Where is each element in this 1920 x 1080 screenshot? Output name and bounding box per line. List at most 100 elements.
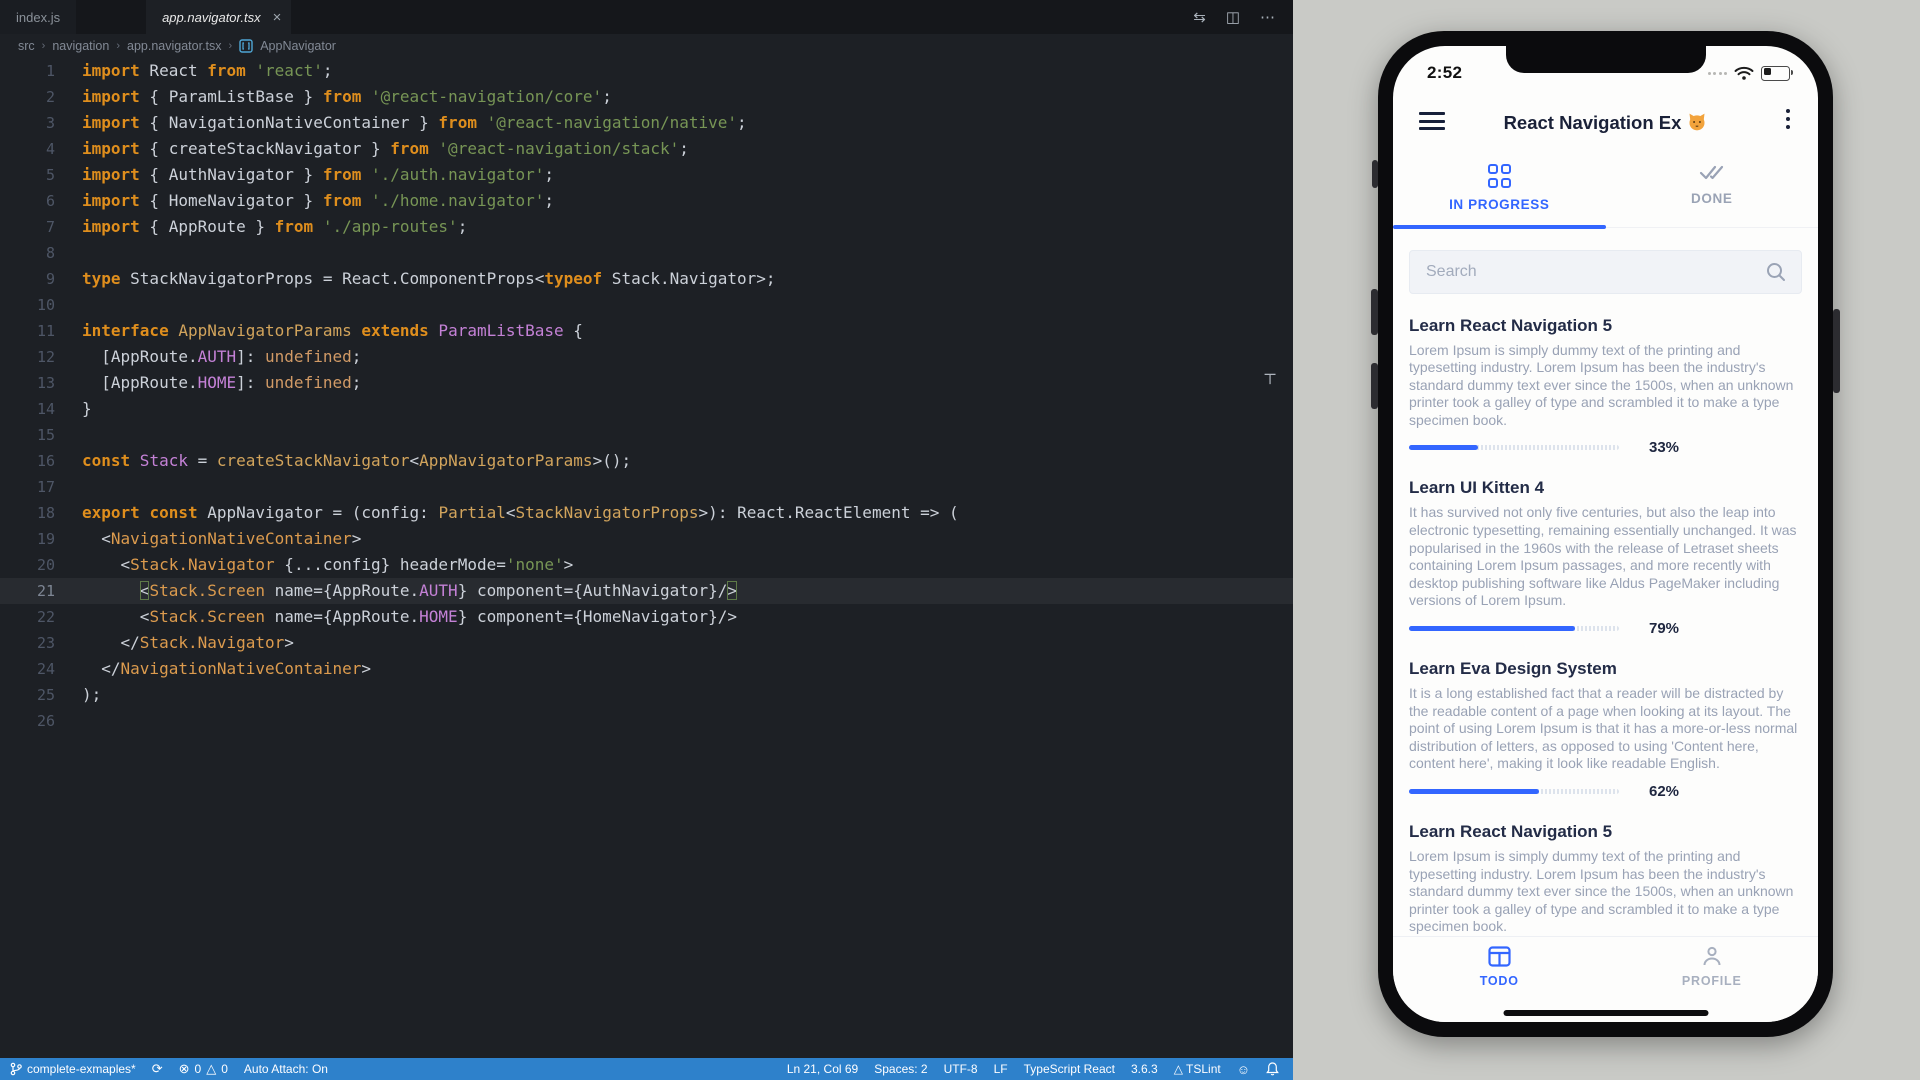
breadcrumb-file[interactable]: app.navigator.tsx [127,39,222,53]
code-line[interactable]: 8 [0,240,1293,266]
iphone-frame: 2:52 React Navigation Ex IN PROGRESS DON… [1371,31,1840,1037]
line-number: 24 [36,660,55,678]
code-line[interactable]: 2 import { ParamListBase } from '@react-n… [0,84,1293,110]
progress-percent: 79% [1649,620,1680,638]
task-card[interactable]: Learn UI Kitten 4 It has survived not onl… [1409,478,1802,637]
volume-down-button [1371,363,1378,409]
status-item[interactable]: UTF-8 [944,1062,978,1076]
errors-icon: ⊗ [178,1061,190,1076]
notch [1505,46,1706,73]
code-area[interactable]: 1 import React from 'react'; 2 import { Par… [0,58,1293,734]
code-line[interactable]: 10 [0,292,1293,318]
code-line[interactable]: 1 import React from 'react'; [0,58,1293,84]
line-number: 20 [36,556,55,574]
status-bar-right: Ln 21, Col 69 Spaces: 2 UTF-8 LF TypeScript … [787,1062,1283,1077]
grid-icon [1487,164,1511,188]
notifications-bell-icon[interactable] [1266,1062,1279,1076]
task-progress: 62% [1409,783,1802,800]
code-line[interactable]: 14} [0,396,1293,422]
task-card[interactable]: Learn Eva Design System It is a long esta… [1409,659,1802,800]
simulator-pane: 2:52 React Navigation Ex IN PROGRESS DON… [1293,0,1920,1080]
task-description: Lorem Ipsum is simply dummy text of the … [1409,341,1794,428]
tab-index-js[interactable]: index.js [0,0,77,34]
breadcrumb-separator: › [41,40,46,52]
task-progress: 33% [1409,439,1802,456]
progress-track [1409,626,1619,632]
status-item[interactable]: LF [994,1062,1008,1076]
sync-button[interactable]: ⟳ [152,1061,163,1077]
line-number: 18 [36,504,55,522]
line-number: 25 [36,686,55,704]
status-item[interactable]: △ TSLint [1174,1062,1221,1076]
breadcrumb-navigation[interactable]: navigation [52,39,109,53]
code-line[interactable]: 24 </NavigationNativeContainer> [0,656,1293,682]
code-line[interactable]: 22 <Stack.Screen name={AppRoute.HOME} co… [0,604,1293,630]
code-line[interactable]: 5 import { AuthNavigator } from './auth.n… [0,162,1293,188]
code-line[interactable]: 20 <Stack.Navigator {...config} headerMo… [0,552,1293,578]
code-editor-pane: index.js app.navigator.tsx × ⇆ ◫ ⋯ src › n… [0,0,1293,1080]
split-editor-icon[interactable]: ◫ [1226,8,1240,26]
breadcrumb-separator: › [116,40,121,52]
line-number: 7 [45,218,55,236]
status-item[interactable]: Ln 21, Col 69 [787,1062,858,1076]
active-tab-indicator [1393,224,1606,229]
code-line[interactable]: 3 import { NavigationNativeContainer } fr… [0,110,1293,136]
scrollbar-decoration: ⊤ [1263,370,1278,388]
auto-attach-toggle[interactable]: Auto Attach: On [244,1062,328,1076]
line-number: 23 [36,634,55,652]
status-item[interactable]: 3.6.3 [1131,1062,1158,1076]
code-line[interactable]: 11 interface AppNavigatorParams extends P… [0,318,1293,344]
menu-icon[interactable] [1419,112,1445,135]
problems-indicator[interactable]: ⊗ 0 △ 0 [179,1061,228,1077]
code-line[interactable]: 25); [0,682,1293,708]
task-description: Lorem Ipsum is simply dummy text of the … [1409,848,1794,935]
git-branch-item[interactable]: complete-exmaples* [10,1062,136,1076]
task-card[interactable]: Learn React Navigation 5 Lorem Ipsum is s… [1409,316,1802,456]
code-line[interactable]: 18 export const AppNavigator = (config: P… [0,500,1293,526]
tab-label: index.js [16,9,61,25]
progress-percent: 33% [1649,439,1680,457]
line-number: 4 [45,140,55,158]
line-number: 2 [45,88,55,106]
profile-person-icon [1703,946,1721,966]
volume-up-button [1371,289,1378,335]
wifi-icon [1734,66,1754,80]
overflow-menu-icon[interactable] [1786,109,1790,133]
status-item[interactable]: Spaces: 2 [874,1062,927,1076]
code-line[interactable]: 26 [0,708,1293,734]
search-input[interactable] [1424,261,1765,282]
tab-app-navigator-tsx[interactable]: app.navigator.tsx × [146,0,292,34]
code-line[interactable]: 16 const Stack = createStackNavigator<App… [0,448,1293,474]
tab-in-progress[interactable]: IN PROGRESS [1393,154,1606,227]
line-number: 15 [36,426,55,444]
code-line[interactable]: 21 <Stack.Screen name={AppRoute.AUTH} co… [0,578,1293,604]
mute-switch [1372,160,1378,188]
breadcrumb-src[interactable]: src [18,39,35,53]
tab-done[interactable]: DONE [1606,154,1819,227]
code-line[interactable]: 23 </Stack.Navigator> [0,630,1293,656]
feedback-smiley-icon[interactable]: ☺ [1237,1062,1250,1077]
code-line[interactable]: 19 <NavigationNativeContainer> [0,526,1293,552]
compare-icon[interactable]: ⇆ [1193,8,1206,26]
code-line[interactable]: 6 import { HomeNavigator } from './home.n… [0,188,1293,214]
progress-track [1409,789,1619,794]
search-icon [1767,262,1785,281]
code-line[interactable]: 17 [0,474,1293,500]
line-number: 12 [36,348,55,366]
code-line[interactable]: 4 import { createStackNavigator } from '@… [0,136,1293,162]
cellular-signal-icon [1707,71,1727,75]
line-number: 3 [45,114,55,132]
code-line[interactable]: 15 [0,422,1293,448]
line-number: 19 [36,530,55,548]
code-line[interactable]: 12 [AppRoute.AUTH]: undefined; [0,344,1293,370]
code-line[interactable]: 7 import { AppRoute } from './app-routes'… [0,214,1293,240]
code-line[interactable]: 13 [AppRoute.HOME]: undefined; [0,370,1293,396]
task-list: Learn React Navigation 5 Lorem Ipsum is s… [1393,316,1818,963]
home-indicator[interactable] [1503,1010,1708,1016]
status-item[interactable]: TypeScript React [1024,1062,1115,1076]
more-actions-icon[interactable]: ⋯ [1260,8,1275,26]
line-number: 17 [36,478,55,496]
close-tab-icon[interactable]: × [273,9,282,26]
breadcrumb-symbol[interactable]: AppNavigator [260,39,336,53]
code-line[interactable]: 9 type StackNavigatorProps = React.Compon… [0,266,1293,292]
